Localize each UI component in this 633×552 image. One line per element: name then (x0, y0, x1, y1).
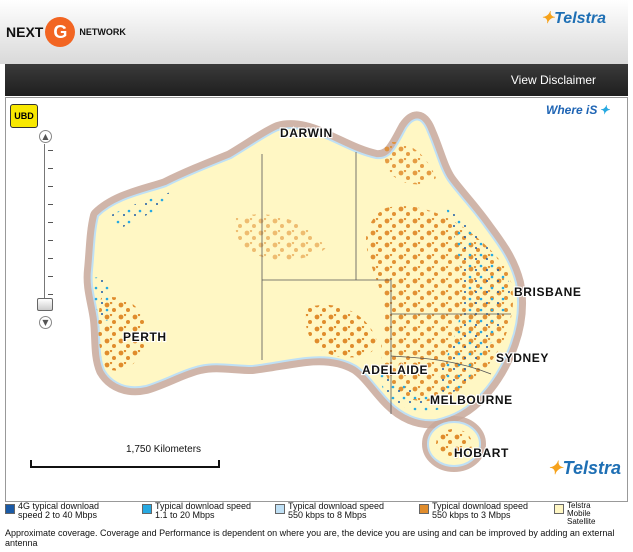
legend-swatch (275, 504, 285, 514)
legend-label: speed 2 to 40 Mbps (18, 510, 98, 520)
zoom-tick (48, 240, 53, 241)
legend-item-satellite: Telstra Mobile Satellite (554, 502, 595, 526)
legend-swatch (142, 504, 152, 514)
telstra-t-icon: ✦ (547, 458, 563, 478)
ubd-logo-text: UBD (14, 111, 34, 121)
zoom-tick (48, 222, 53, 223)
zoom-slider-thumb[interactable] (37, 298, 53, 311)
legend-label: Satellite (567, 517, 596, 526)
legend-item-550-8: Typical download speed 550 kbps to 8 Mbp… (275, 502, 384, 520)
legend: 4G typical download speed 2 to 40 Mbps T… (5, 502, 628, 526)
telstra-logo-text: Telstra (554, 10, 606, 27)
view-disclaimer-link[interactable]: View Disclaimer (511, 73, 596, 87)
legend-item-1-20: Typical download speed 1.1 to 20 Mbps (142, 502, 251, 520)
coverage-footnote: Approximate coverage. Coverage and Perfo… (5, 528, 615, 548)
legend-label: 1.1 to 20 Mbps (155, 510, 215, 520)
legend-label: 550 kbps to 3 Mbps (432, 510, 511, 520)
zoom-tick (48, 186, 53, 187)
legend-swatch (5, 504, 15, 514)
zoom-track[interactable] (44, 144, 45, 304)
ubd-logo: UBD (10, 104, 38, 128)
whereis-logo-text: Where iS (546, 103, 598, 117)
telstra-watermark: ✦Telstra (548, 458, 621, 479)
header: NEXT G NETWORK ✦Telstra (0, 0, 628, 64)
telstra-watermark-text: Telstra (562, 458, 621, 478)
map-canvas[interactable]: DARWIN PERTH BRISBANE SYDNEY ADELAIDE ME… (6, 98, 627, 501)
scale-label: 1,750 Kilometers (126, 444, 202, 455)
city-label-perth[interactable]: PERTH (122, 329, 167, 345)
zoom-tick (48, 168, 53, 169)
legend-swatch (554, 504, 564, 514)
legend-label: 550 kbps to 8 Mbps (288, 510, 367, 520)
zoom-tick (48, 258, 53, 259)
whereis-star-icon: ✦ (599, 103, 610, 117)
city-label-brisbane[interactable]: BRISBANE (513, 284, 582, 300)
city-label-hobart[interactable]: HOBART (453, 445, 510, 461)
logo-network-text: NETWORK (79, 27, 126, 37)
coverage-map[interactable]: DARWIN PERTH BRISBANE SYDNEY ADELAIDE ME… (5, 97, 628, 502)
zoom-in-icon[interactable]: ▲ (39, 130, 52, 143)
legend-item-4g: 4G typical download speed 2 to 40 Mbps (5, 502, 99, 520)
whereis-logo: Where iS ✦ (546, 100, 624, 120)
telstra-logo: ✦Telstra (541, 8, 606, 28)
scale-bar: 1,750 Kilometers (30, 444, 220, 468)
zoom-out-icon[interactable]: ▼ (39, 316, 52, 329)
city-label-melbourne[interactable]: MELBOURNE (429, 392, 513, 408)
next-g-network-logo: NEXT G NETWORK (6, 12, 126, 52)
legend-swatch (419, 504, 429, 514)
zoom-tick (48, 276, 53, 277)
logo-next-text: NEXT (6, 24, 44, 40)
city-label-adelaide[interactable]: ADELAIDE (361, 362, 429, 378)
city-label-sydney[interactable]: SYDNEY (495, 350, 550, 366)
city-label-darwin[interactable]: DARWIN (279, 125, 333, 141)
zoom-tick (48, 150, 53, 151)
zoom-tick (48, 294, 53, 295)
zoom-control[interactable]: ▲ ▼ (36, 128, 56, 329)
scale-bar-line (30, 460, 220, 468)
next-g-icon: G (45, 17, 76, 47)
telstra-t-icon: ✦ (540, 10, 555, 27)
zoom-tick (48, 204, 53, 205)
legend-item-550-3: Typical download speed 550 kbps to 3 Mbp… (419, 502, 528, 520)
toolbar: View Disclaimer (5, 64, 628, 96)
